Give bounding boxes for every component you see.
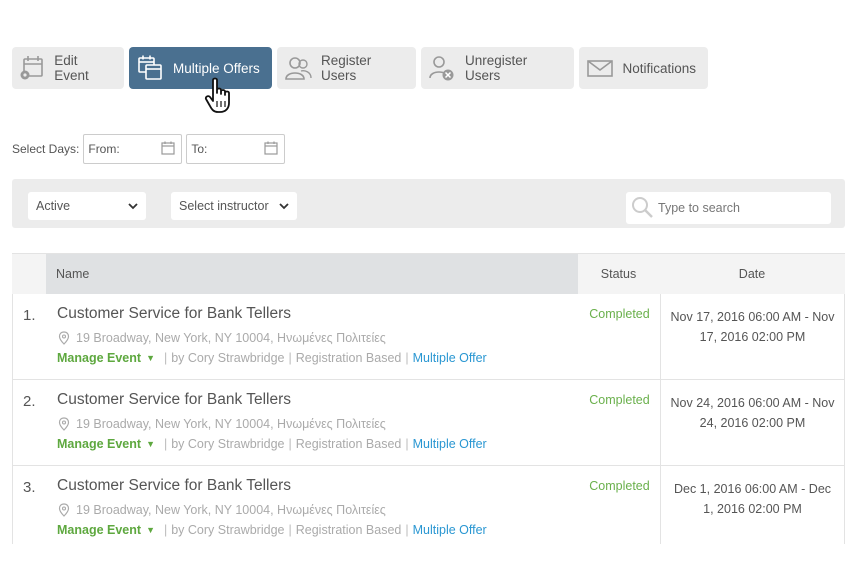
multiple-offers-label: Multiple Offers	[173, 60, 260, 76]
instructor-text: by Cory Strawbridge	[171, 523, 285, 537]
edit-event-button[interactable]: Edit Event	[12, 47, 124, 89]
user-remove-icon	[427, 53, 457, 83]
select-days-label: Select Days:	[12, 142, 80, 156]
multiple-offer-link[interactable]: Multiple Offer	[413, 351, 487, 365]
caret-down-icon[interactable]: ▼	[146, 439, 155, 449]
map-pin-icon	[58, 417, 70, 431]
date-column-header[interactable]: Date	[659, 254, 845, 294]
event-toolbar: Edit Event Multiple Offers Register User…	[12, 47, 708, 89]
status-badge: Completed	[589, 479, 650, 493]
calendar-icon[interactable]	[264, 141, 278, 158]
row-number: 1.	[23, 307, 36, 324]
manage-event-link[interactable]: Manage Event	[57, 523, 141, 537]
date-range-filter: Select Days: From: To:	[12, 134, 289, 164]
table-header: Name Status Date	[12, 253, 845, 294]
instructor-select[interactable]: Select instructor	[171, 192, 297, 220]
name-column-header[interactable]: Name	[46, 254, 578, 294]
instructor-text: by Cory Strawbridge	[171, 351, 285, 365]
envelope-icon	[585, 53, 614, 83]
event-type-text: Registration Based	[295, 351, 402, 365]
caret-down-icon[interactable]: ▼	[146, 525, 155, 535]
event-meta: Manage Event ▼ | by Cory Strawbridge | R…	[57, 437, 487, 451]
event-type-text: Registration Based	[295, 523, 402, 537]
filter-bar: Active Select instructor Type to search	[12, 179, 845, 228]
event-type-text: Registration Based	[295, 437, 402, 451]
users-icon	[283, 53, 313, 83]
notifications-label: Notifications	[622, 60, 696, 76]
row-number: 2.	[23, 393, 36, 410]
table-row: 1. Customer Service for Bank Tellers 19 …	[12, 294, 845, 380]
hand-pointer-icon	[201, 76, 241, 116]
chevron-down-icon	[279, 199, 289, 213]
event-date: Nov 17, 2016 06:00 AM - Nov 17, 2016 02:…	[660, 294, 844, 379]
map-pin-icon	[58, 331, 70, 345]
search-placeholder: Type to search	[658, 201, 740, 215]
instructor-text: by Cory Strawbridge	[171, 437, 285, 451]
table-row: 3. Customer Service for Bank Tellers 19 …	[12, 466, 845, 544]
calendar-icon[interactable]	[161, 141, 175, 158]
multiple-offer-link[interactable]: Multiple Offer	[413, 523, 487, 537]
search-input[interactable]: Type to search	[626, 192, 831, 224]
manage-event-link[interactable]: Manage Event	[57, 351, 141, 365]
from-date-input[interactable]: From:	[83, 134, 183, 164]
register-users-button[interactable]: Register Users	[277, 47, 416, 89]
row-number: 3.	[23, 479, 36, 496]
notifications-button[interactable]: Notifications	[579, 47, 708, 89]
event-meta: Manage Event ▼ | by Cory Strawbridge | R…	[57, 351, 487, 365]
map-pin-icon	[58, 503, 70, 517]
table-row: 2. Customer Service for Bank Tellers 19 …	[12, 380, 845, 466]
event-address: 19 Broadway, New York, NY 10004, Ηνωμένε…	[57, 331, 579, 345]
event-title[interactable]: Customer Service for Bank Tellers	[57, 477, 579, 495]
search-icon	[630, 195, 656, 221]
caret-down-icon[interactable]: ▼	[146, 353, 155, 363]
unregister-users-button[interactable]: Unregister Users	[421, 47, 574, 89]
event-date: Dec 1, 2016 06:00 AM - Dec 1, 2016 02:00…	[660, 466, 844, 544]
calendar-gear-icon	[18, 53, 46, 83]
edit-event-label: Edit Event	[54, 53, 89, 83]
event-title[interactable]: Customer Service for Bank Tellers	[57, 391, 579, 409]
event-date: Nov 24, 2016 06:00 AM - Nov 24, 2016 02:…	[660, 380, 844, 465]
status-badge: Completed	[589, 307, 650, 321]
event-meta: Manage Event ▼ | by Cory Strawbridge | R…	[57, 523, 487, 537]
calendars-icon	[135, 53, 165, 83]
status-column-header[interactable]: Status	[578, 254, 659, 294]
register-users-label: Register Users	[321, 53, 372, 83]
event-address: 19 Broadway, New York, NY 10004, Ηνωμένε…	[57, 417, 579, 431]
unregister-users-label: Unregister Users	[465, 53, 528, 83]
manage-event-link[interactable]: Manage Event	[57, 437, 141, 451]
multiple-offer-link[interactable]: Multiple Offer	[413, 437, 487, 451]
event-title[interactable]: Customer Service for Bank Tellers	[57, 305, 579, 323]
status-select[interactable]: Active	[28, 192, 146, 220]
event-address: 19 Broadway, New York, NY 10004, Ηνωμένε…	[57, 503, 579, 517]
to-date-input[interactable]: To:	[186, 134, 286, 164]
status-badge: Completed	[589, 393, 650, 407]
chevron-down-icon	[128, 199, 138, 213]
events-table: Name Status Date 1. Customer Service for…	[12, 253, 845, 544]
